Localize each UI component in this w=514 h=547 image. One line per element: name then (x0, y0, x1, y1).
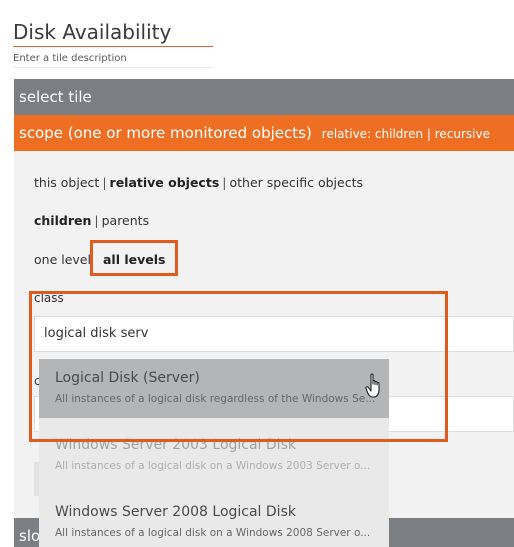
separator: | (102, 175, 107, 190)
option-relative-objects[interactable]: relative objects (110, 175, 220, 190)
separator: | (222, 175, 227, 190)
option-children[interactable]: children (34, 213, 91, 228)
suggestion-description: All instances of a logical disk on a Win… (55, 460, 371, 472)
tile-title-input[interactable]: Disk Availability (13, 18, 213, 47)
select-tile-section[interactable]: select tile (14, 79, 514, 115)
suggestion-name: Windows Server 2008 Logical Disk (55, 504, 296, 520)
hand-pointer-icon (365, 373, 380, 398)
suggestion-item[interactable]: Windows Server 2008 Logical Disk All ins… (39, 493, 389, 547)
option-parents[interactable]: parents (102, 213, 150, 228)
option-one-level[interactable]: one level (34, 252, 91, 267)
suggestion-description: All instances of a logical disk on a Win… (55, 527, 371, 539)
scope-section-header[interactable]: scope (one or more monitored objects) rel… (14, 115, 514, 151)
scope-target-row: this object | relative objects | other speci… (34, 175, 363, 190)
scope-title: scope (one or more monitored objects) (19, 124, 312, 142)
class-field-highlight (29, 291, 448, 442)
tile-description-input[interactable]: Enter a tile description (13, 51, 213, 68)
scope-relation-row: children | parents (34, 213, 149, 228)
scope-depth-row: one level all levels (34, 252, 165, 267)
option-other-specific-objects[interactable]: other specific objects (229, 175, 363, 190)
separator: | (94, 213, 99, 228)
option-this-object[interactable]: this object (34, 175, 99, 190)
all-levels-highlight (90, 240, 178, 276)
scope-summary: relative: children | recursive (321, 127, 490, 141)
